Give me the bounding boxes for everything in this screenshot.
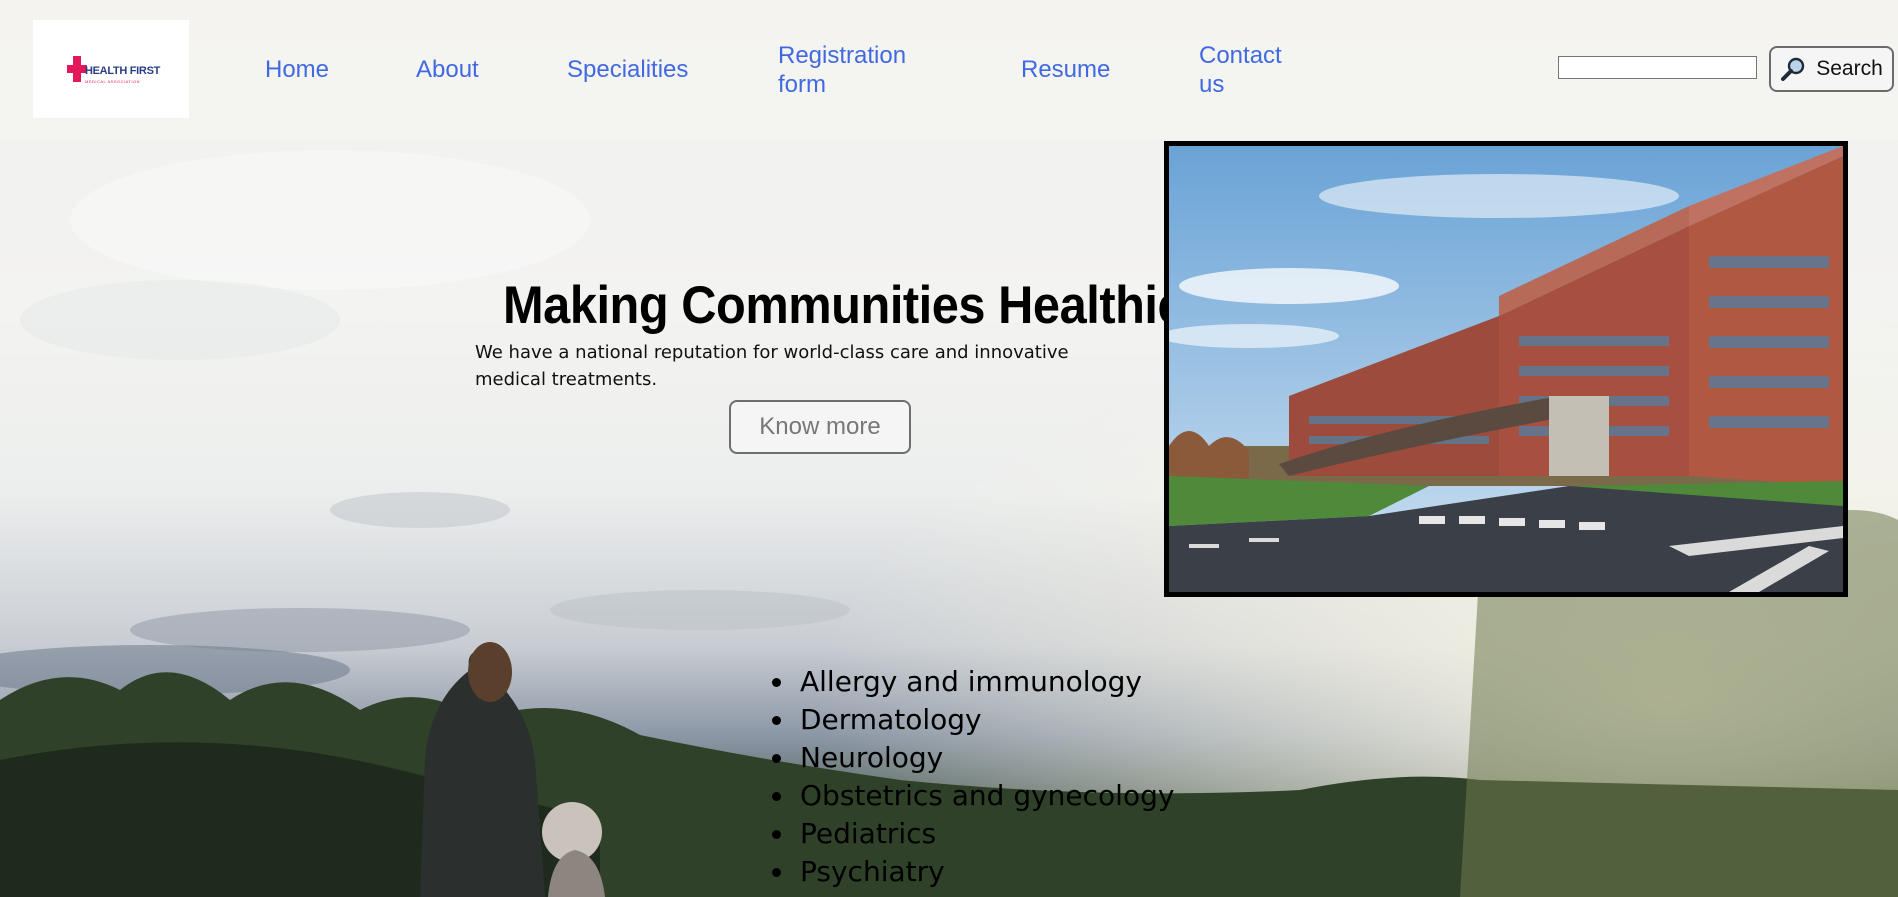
logo-name: HEALTH FIRST — [85, 65, 161, 77]
list-item: Pediatrics — [796, 815, 1174, 853]
list-item: Obstetrics and gynecology — [796, 777, 1174, 815]
nav-registration-form[interactable]: Registration form — [778, 41, 928, 99]
medical-cross-icon — [67, 56, 87, 82]
list-item: Dermatology — [796, 701, 1174, 739]
know-more-button[interactable]: Know more — [729, 400, 911, 454]
list-item: Neurology — [796, 739, 1174, 777]
list-item: Psychiatry — [796, 853, 1174, 891]
nav-specialities[interactable]: Specialities — [567, 55, 688, 84]
nav-contact-us[interactable]: Contact us — [1199, 41, 1299, 99]
nav-home[interactable]: Home — [265, 55, 329, 84]
logo-tagline: MEDICAL ASSOCIATION — [85, 79, 141, 84]
nav-resume[interactable]: Resume — [1021, 55, 1110, 84]
logo[interactable]: HEALTH FIRST MEDICAL ASSOCIATION — [33, 20, 189, 118]
search-input[interactable] — [1558, 56, 1757, 79]
hospital-photo — [1164, 141, 1848, 597]
search-button-label: Search — [1816, 57, 1883, 80]
hero-description: We have a national reputation for world-… — [475, 342, 1069, 390]
specialities-list: Allergy and immunology Dermatology Neuro… — [768, 663, 1174, 891]
search-button[interactable]: Search — [1769, 46, 1894, 92]
nav-about[interactable]: About — [416, 55, 479, 84]
list-item: Allergy and immunology — [796, 663, 1174, 701]
magnifier-icon — [1781, 57, 1805, 81]
hero-title: Making Communities Healthier — [503, 276, 1203, 335]
site-header: HEALTH FIRST MEDICAL ASSOCIATION Home Ab… — [0, 0, 1898, 140]
